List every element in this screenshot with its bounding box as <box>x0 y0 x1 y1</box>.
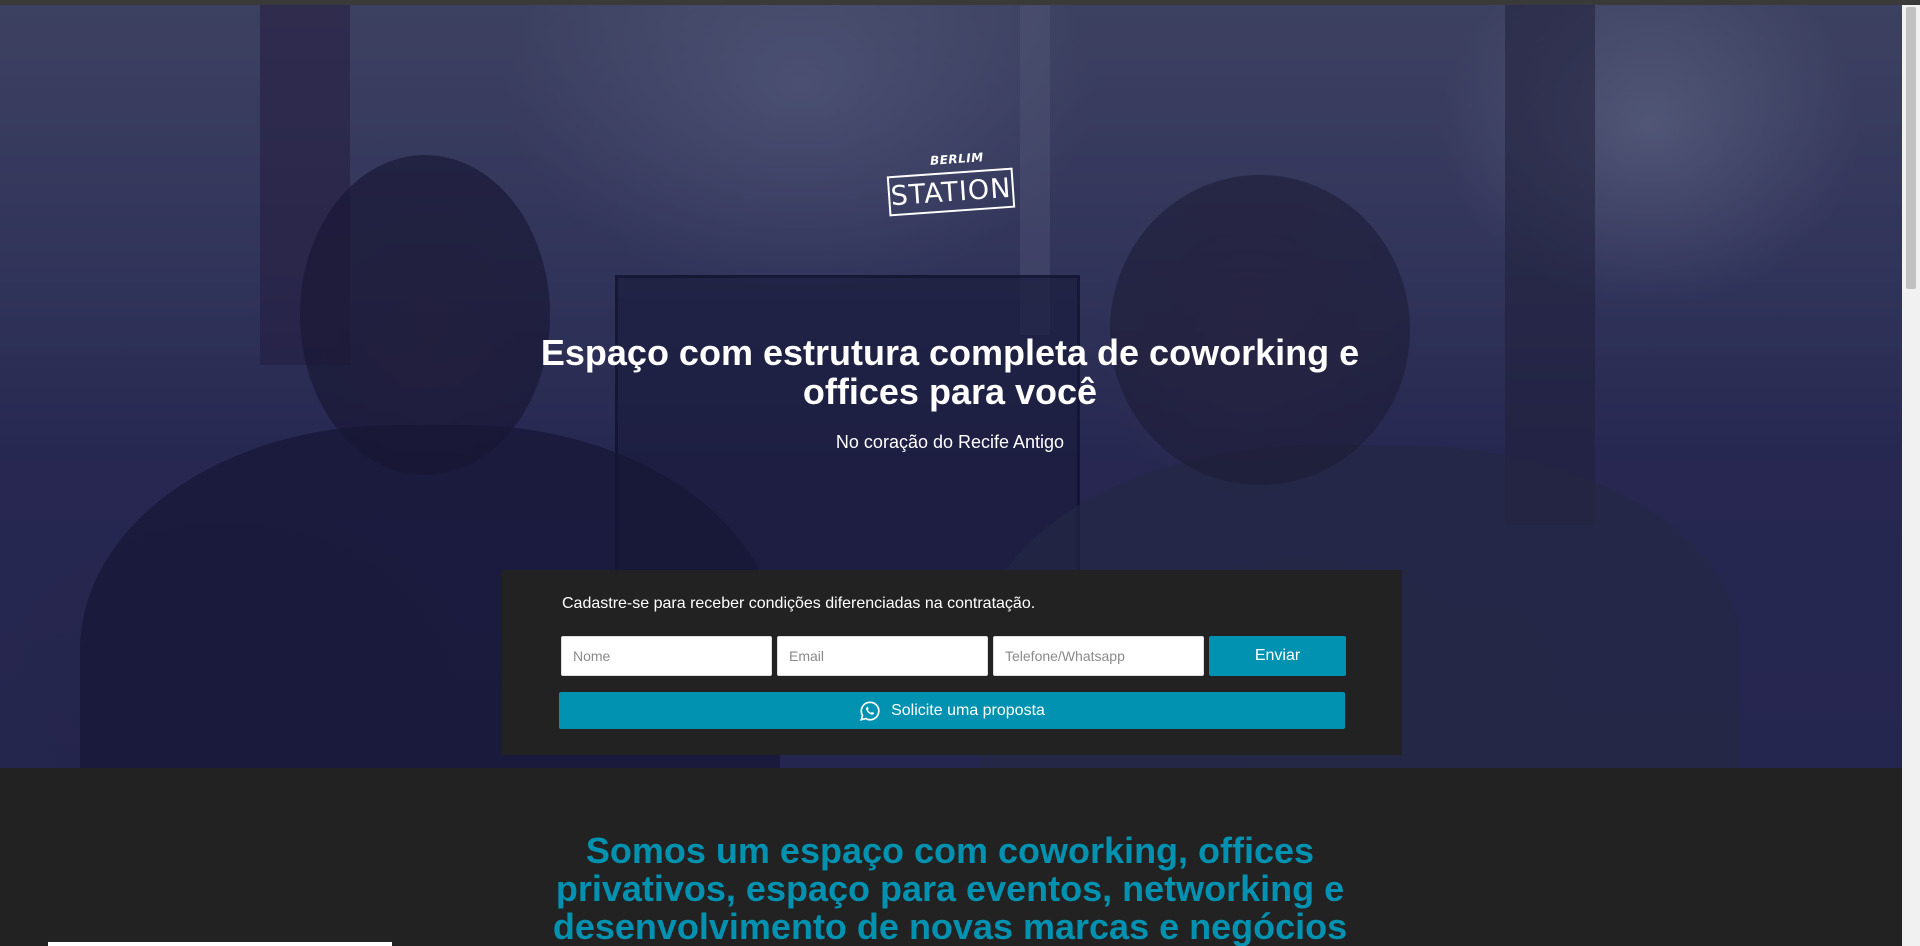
submit-button[interactable]: Enviar <box>1209 636 1346 676</box>
name-input[interactable] <box>561 636 772 676</box>
whatsapp-icon <box>860 700 880 721</box>
hero-headline: Espaço com estrutura completa de coworki… <box>540 332 1360 412</box>
logo-station-box: STATION <box>886 167 1016 217</box>
berlim-station-logo[interactable]: BERLIM STATION <box>886 150 1016 222</box>
browser-top-edge <box>0 0 1920 5</box>
scrollbar-thumb[interactable] <box>1906 7 1916 289</box>
request-proposal-label: Solicite uma proposta <box>891 701 1045 719</box>
logo-top-text: BERLIM <box>929 150 985 168</box>
partial-image-edge <box>48 942 392 946</box>
email-input[interactable] <box>777 636 988 676</box>
about-title: Somos um espaço com coworking, offices p… <box>552 830 1348 946</box>
about-section: Somos um espaço com coworking, offices p… <box>0 768 1902 946</box>
phone-input[interactable] <box>993 636 1204 676</box>
logo-main-text: STATION <box>889 172 1013 212</box>
request-proposal-button[interactable]: Solicite uma proposta <box>559 692 1345 729</box>
signup-form: Cadastre-se para receber condições difer… <box>502 570 1402 755</box>
signup-intro-text: Cadastre-se para receber condições difer… <box>562 595 1036 612</box>
hero-subline: No coração do Recife Antigo <box>835 432 1065 452</box>
page-scrollbar[interactable] <box>1902 5 1920 946</box>
